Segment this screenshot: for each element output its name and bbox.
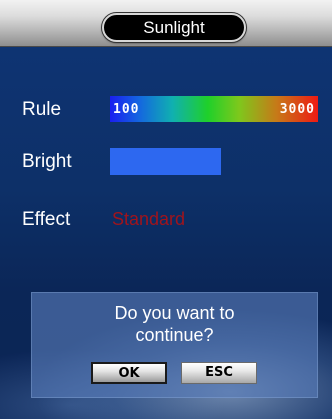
confirm-dialog: Do you want to continue? OK ESC — [31, 292, 318, 398]
rule-gradient-bar[interactable]: 100 3000 — [110, 96, 318, 122]
effect-label: Effect — [22, 209, 71, 230]
ok-button[interactable]: OK — [91, 362, 167, 384]
effect-value[interactable]: Standard — [112, 209, 185, 230]
bright-label: Bright — [22, 151, 72, 172]
rule-label: Rule — [22, 99, 62, 120]
sunlight-screen: Sunlight Rule 100 3000 Bright Effect Sta… — [0, 0, 332, 419]
dialog-message-line1: Do you want to — [114, 303, 235, 323]
dialog-message-line2: continue? — [135, 325, 214, 345]
bright-color-swatch[interactable] — [110, 148, 221, 175]
rule-min-value: 100 — [113, 102, 140, 117]
esc-button[interactable]: ESC — [181, 362, 257, 384]
dialog-message: Do you want to continue? — [31, 302, 318, 346]
title-bar: Sunlight — [0, 0, 332, 47]
rule-max-value: 3000 — [279, 102, 315, 117]
screen-title: Sunlight — [102, 13, 246, 42]
